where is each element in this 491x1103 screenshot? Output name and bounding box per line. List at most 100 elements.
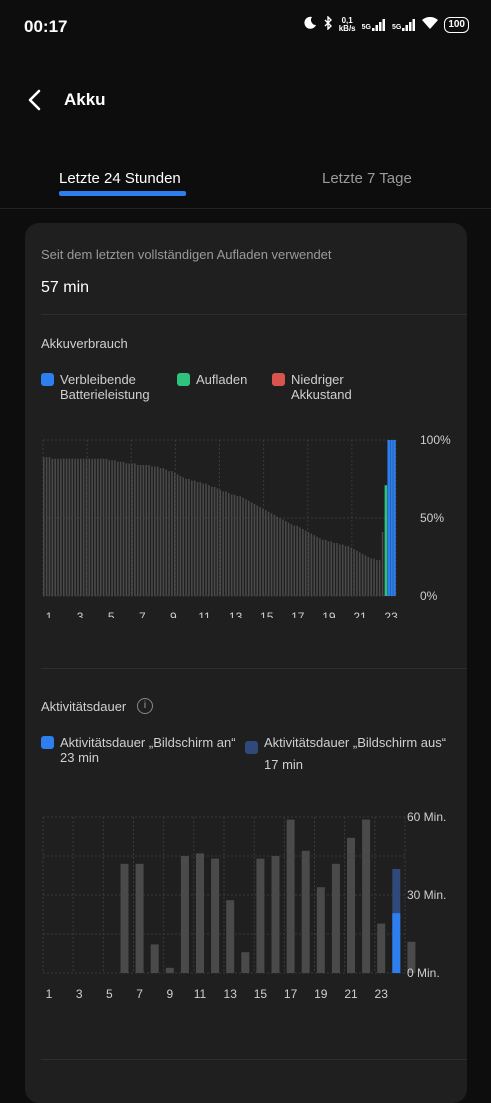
y-tick-label: 0 Min. (407, 966, 440, 980)
x-tick-label: 13 (224, 987, 238, 1001)
battery-bar (233, 494, 236, 596)
battery-bar (208, 485, 210, 596)
battery-bar (373, 558, 375, 596)
battery-bar (80, 458, 82, 596)
battery-bar (151, 466, 153, 596)
activity-bar-off (347, 837, 355, 973)
battery-bar (276, 516, 279, 596)
legend-screen-off-text: Aktivitätsdauer „Bildschirm aus“ 17 min (264, 735, 446, 772)
battery-bar (43, 457, 45, 596)
legend-swatch (245, 741, 258, 754)
battery-bar (319, 538, 321, 596)
x-tick-label: 17 (291, 610, 305, 618)
battery-bar (347, 546, 350, 596)
battery-bar (236, 496, 239, 596)
battery-icon: 100 (444, 16, 469, 33)
battery-bar (94, 458, 96, 596)
since-label: Seit dem letzten vollständigen Aufladen … (41, 247, 332, 262)
battery-bar (205, 483, 207, 596)
battery-bar (74, 458, 76, 596)
battery-bar (57, 458, 59, 596)
battery-bar (270, 513, 273, 596)
battery-bar (62, 458, 65, 596)
battery-bar (250, 502, 253, 596)
battery-bar (307, 532, 310, 596)
activity-bar-off (180, 856, 189, 973)
legend-screen-on-text: Aktivitätsdauer „Bildschirm an“ 23 min (60, 735, 236, 765)
battery-bar (191, 480, 193, 596)
activity-bar-off (226, 900, 235, 973)
battery-bar (384, 485, 388, 596)
battery-bar (387, 440, 391, 596)
battery-bar (193, 480, 196, 596)
battery-bar (134, 463, 136, 596)
x-tick-label: 23 (384, 610, 398, 618)
tab-last-24-hours[interactable]: Letzte 24 Stunden (59, 170, 181, 187)
x-tick-label: 9 (170, 610, 177, 618)
back-button[interactable] (22, 86, 50, 114)
legend-remaining: Verbleibende Batterieleistung (41, 372, 171, 402)
battery-bar (310, 533, 313, 596)
battery-bar (139, 464, 142, 596)
battery-bar (199, 482, 202, 596)
x-tick-label: 9 (166, 987, 173, 1001)
battery-bar (165, 469, 167, 596)
x-tick-label: 1 (46, 987, 53, 1001)
activity-bar-off (211, 858, 220, 973)
battery-bar (142, 464, 145, 596)
battery-bar (299, 527, 301, 596)
battery-bar (119, 461, 122, 596)
battery-bar (168, 471, 170, 596)
battery-bar (353, 549, 355, 596)
battery-bar (222, 491, 224, 596)
battery-bar (242, 497, 244, 596)
y-tick-label: 30 Min. (407, 888, 446, 902)
battery-bar (179, 475, 182, 596)
battery-bar (77, 458, 79, 596)
legend-screen-on-value: 23 min (60, 750, 100, 765)
activity-bar-off (256, 858, 265, 973)
battery-bar (321, 539, 324, 596)
x-tick-label: 11 (194, 987, 207, 1001)
x-tick-label: 7 (139, 610, 146, 618)
tab-last-7-days[interactable]: Letzte 7 Tage (322, 170, 412, 187)
battery-bar (185, 479, 187, 596)
activity-bar-off (135, 863, 144, 973)
legend-remaining-label: Verbleibende Batterieleistung (60, 372, 150, 402)
battery-bar (287, 522, 290, 596)
legend-low-label: Niedriger Akkustand (291, 372, 352, 402)
divider (41, 1059, 467, 1060)
info-icon[interactable]: i (137, 698, 153, 714)
battery-bar (188, 479, 190, 596)
battery-bar (162, 468, 165, 596)
battery-bar (284, 521, 287, 596)
battery-bar (102, 458, 105, 596)
battery-bar (105, 458, 108, 596)
x-tick-label: 7 (136, 987, 143, 1001)
x-tick-label: 15 (260, 610, 274, 618)
battery-bar (370, 558, 372, 596)
battery-bar (48, 457, 51, 596)
battery-bar (88, 458, 91, 596)
activity-bar-off (120, 863, 129, 973)
tab-indicator (59, 191, 186, 196)
battery-bar (171, 471, 173, 596)
battery-bar (279, 518, 281, 596)
activity-chart: 60 Min.30 Min.0 Min.1 3 5 7 9 11 13 15 17 19 21 23 (42, 810, 446, 1001)
legend-charging: Aufladen (177, 372, 247, 387)
battery-bar (45, 457, 48, 596)
battery-bar (68, 458, 71, 596)
battery-bar (228, 493, 230, 596)
status-time: 00:17 (24, 17, 68, 36)
battery-bar (154, 466, 156, 596)
app-header: Akku (0, 78, 491, 122)
legend-swatch (177, 373, 190, 386)
battery-bar (333, 542, 335, 596)
battery-bar (256, 505, 259, 596)
battery-bar (296, 525, 298, 596)
divider (41, 314, 467, 315)
battery-bar (367, 557, 370, 596)
battery-bar (97, 458, 99, 596)
legend-screen-off-value: 17 min (264, 757, 304, 772)
bluetooth-icon (323, 15, 333, 33)
